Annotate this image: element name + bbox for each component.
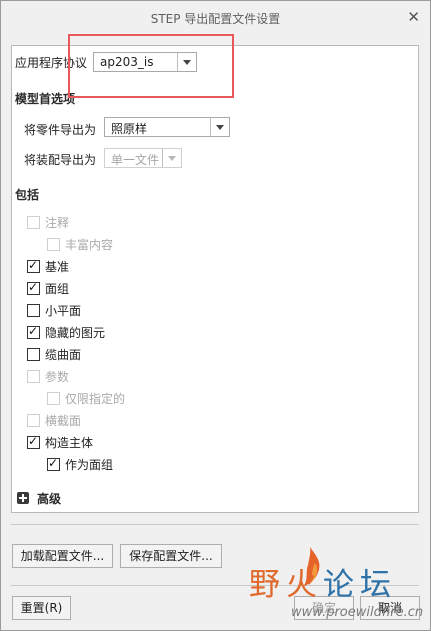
construction-body-label: 构造主体: [45, 436, 94, 450]
close-icon[interactable]: ✕: [407, 8, 420, 26]
hidden-entities-label: 隐藏的图元: [45, 326, 106, 340]
rich-content-label: 丰富内容: [65, 238, 114, 252]
specified-only-label: 仅限指定的: [65, 392, 126, 406]
specified-only-checkbox: [47, 392, 60, 405]
facet-label: 小平面: [45, 304, 82, 318]
watermark: 野火论坛 www.proewildfire.cn: [249, 547, 429, 625]
dialog-title: STEP 导出配置文件设置: [150, 12, 281, 26]
expand-plus-icon[interactable]: [17, 492, 29, 504]
advanced-label[interactable]: 高级: [37, 490, 61, 507]
title-bar: STEP 导出配置文件设置 ✕: [1, 1, 430, 35]
cable-surface-label: 缆曲面: [45, 348, 82, 362]
annotation-checkbox: [27, 216, 40, 229]
reset-button[interactable]: 重置(R): [12, 596, 71, 620]
quilt-checkbox[interactable]: [27, 280, 40, 295]
part-export-value: 照原样: [111, 122, 148, 136]
datum-checkbox[interactable]: [27, 258, 40, 273]
include-heading: 包括: [15, 188, 40, 202]
watermark-text: 野火论坛: [249, 559, 397, 604]
cable-surface-checkbox[interactable]: [27, 348, 40, 361]
assembly-export-dropdown: 单一文件: [104, 148, 182, 168]
part-export-dropdown[interactable]: 照原样: [104, 117, 230, 137]
cross-section-checkbox: [27, 414, 40, 427]
datum-label: 基准: [45, 260, 70, 274]
watermark-url: www.proewildfire.cn: [291, 605, 424, 620]
settings-panel: 应用程序协议 ap203_is 模型首选项 将零件导出为 照原样 将装配导出为 …: [11, 45, 419, 513]
as-quilt-checkbox[interactable]: [47, 456, 60, 471]
quilt-label: 面组: [45, 282, 70, 296]
step-export-dialog: STEP 导出配置文件设置 ✕ 应用程序协议 ap203_is 模型首选项 将零…: [0, 0, 431, 631]
facet-checkbox[interactable]: [27, 304, 40, 317]
chevron-down-icon: [162, 149, 181, 167]
part-export-label: 将零件导出为: [24, 123, 97, 137]
divider: [11, 524, 419, 525]
parameters-label: 参数: [45, 370, 70, 384]
annotation-label: 注释: [45, 216, 70, 230]
highlight-box: [68, 34, 234, 98]
model-options-heading: 模型首选项: [15, 92, 76, 106]
chevron-down-icon: [210, 118, 229, 136]
construction-body-checkbox[interactable]: [27, 434, 40, 449]
cross-section-label: 横截面: [45, 414, 82, 428]
rich-content-checkbox: [47, 238, 60, 251]
assembly-export-value: 单一文件: [111, 153, 160, 167]
save-config-button[interactable]: 保存配置文件...: [120, 544, 222, 568]
watermark-text-b: 论坛: [323, 567, 397, 603]
as-quilt-label: 作为面组: [65, 458, 114, 472]
load-config-button[interactable]: 加载配置文件...: [12, 544, 113, 568]
hidden-entities-checkbox[interactable]: [27, 324, 40, 339]
watermark-text-a: 野火: [249, 567, 323, 603]
parameters-checkbox: [27, 370, 40, 383]
assembly-export-label: 将装配导出为: [24, 153, 97, 167]
